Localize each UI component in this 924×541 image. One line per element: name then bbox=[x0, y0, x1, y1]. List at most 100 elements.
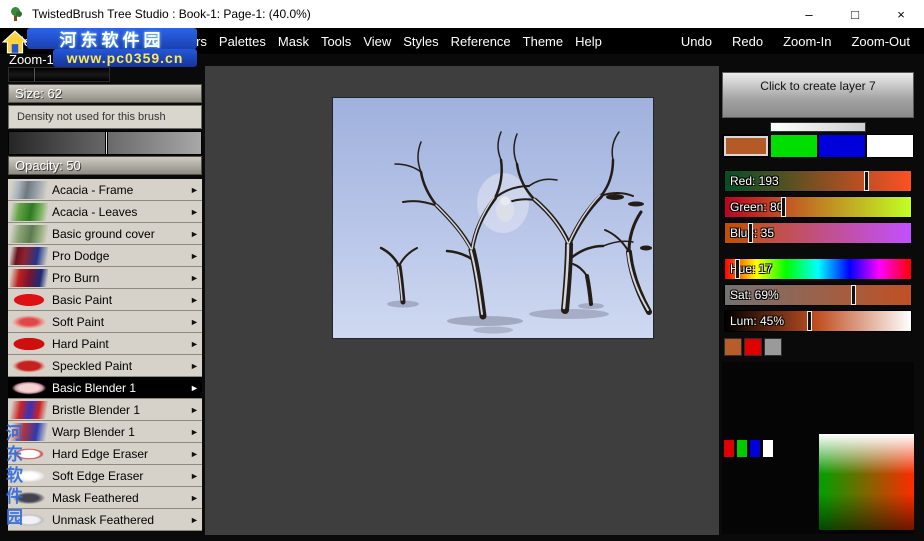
brush-item-basic-ground-cover[interactable]: Basic ground cover ► bbox=[8, 223, 202, 245]
brush-item-mask-feathered[interactable]: Mask Feathered ► bbox=[8, 487, 202, 509]
slider-handle[interactable] bbox=[748, 223, 754, 243]
slider-handle[interactable] bbox=[851, 285, 857, 305]
slider-handle[interactable] bbox=[863, 171, 869, 191]
slider-label: Sat: 69% bbox=[730, 288, 779, 302]
chevron-right-icon[interactable]: ► bbox=[187, 427, 202, 437]
brush-item-bristle-blender-1[interactable]: Bristle Blender 1 ► bbox=[8, 399, 202, 421]
chevron-right-icon[interactable]: ► bbox=[187, 515, 202, 525]
canvas-image[interactable] bbox=[332, 97, 654, 339]
chevron-right-icon[interactable]: ► bbox=[187, 273, 202, 283]
brush-thumbnail bbox=[10, 180, 48, 199]
brush-item-acacia-frame[interactable]: Acacia - Frame ► bbox=[8, 179, 202, 201]
watermark-site-name: 河东软件园 bbox=[59, 31, 165, 50]
window-title: TwistedBrush Tree Studio : Book-1: Page-… bbox=[32, 7, 311, 21]
color-swatch-blue[interactable] bbox=[818, 134, 866, 158]
brush-item-warp-blender-1[interactable]: Warp Blender 1 ► bbox=[8, 421, 202, 443]
chevron-right-icon[interactable]: ► bbox=[187, 185, 202, 195]
brush-thumbnail bbox=[10, 400, 48, 419]
brush-item-unmask-feathered[interactable]: Unmask Feathered ► bbox=[8, 509, 202, 531]
palette-area[interactable] bbox=[722, 362, 914, 534]
color-swatch-current[interactable] bbox=[722, 134, 770, 158]
chevron-right-icon[interactable]: ► bbox=[187, 383, 202, 393]
chevron-right-icon[interactable]: ► bbox=[187, 449, 202, 459]
palette-color-bars bbox=[724, 440, 773, 457]
chevron-right-icon[interactable]: ► bbox=[187, 207, 202, 217]
recent-colors bbox=[724, 338, 782, 356]
slider-label: Green: 80 bbox=[730, 200, 784, 214]
chevron-right-icon[interactable]: ► bbox=[187, 317, 202, 327]
brush-size-preview[interactable] bbox=[8, 67, 110, 82]
recent-color-swatch[interactable] bbox=[764, 338, 782, 356]
menu-view[interactable]: View bbox=[363, 34, 391, 49]
palette-color-green[interactable] bbox=[737, 440, 747, 457]
chevron-right-icon[interactable]: ► bbox=[187, 339, 202, 349]
density-note: Density not used for this brush bbox=[8, 105, 202, 129]
chevron-right-icon[interactable]: ► bbox=[187, 295, 202, 305]
color-picker-gradient[interactable] bbox=[819, 434, 914, 530]
red-slider[interactable]: Red: 193 bbox=[724, 170, 912, 192]
brush-item-hard-edge-eraser[interactable]: Hard Edge Eraser ► bbox=[8, 443, 202, 465]
brush-thumbnail bbox=[10, 356, 48, 375]
blue-slider[interactable]: Blue: 35 bbox=[724, 222, 912, 244]
brush-item-hard-paint[interactable]: Hard Paint ► bbox=[8, 333, 202, 355]
palette-color-red[interactable] bbox=[724, 440, 734, 457]
palette-color-white[interactable] bbox=[763, 440, 773, 457]
color-swatch-green[interactable] bbox=[770, 134, 818, 158]
brush-item-soft-paint[interactable]: Soft Paint ► bbox=[8, 311, 202, 333]
brush-thumbnail bbox=[10, 290, 48, 309]
chevron-right-icon[interactable]: ► bbox=[187, 405, 202, 415]
tree-artwork bbox=[333, 98, 653, 338]
maximize-button[interactable]: □ bbox=[832, 0, 878, 28]
palette-color-blue[interactable] bbox=[750, 440, 760, 457]
brush-item-pro-dodge[interactable]: Pro Dodge ► bbox=[8, 245, 202, 267]
saturation-slider[interactable]: Sat: 69% bbox=[724, 284, 912, 306]
minimize-button[interactable]: – bbox=[786, 0, 832, 28]
brush-item-soft-edge-eraser[interactable]: Soft Edge Eraser ► bbox=[8, 465, 202, 487]
menu-tools[interactable]: Tools bbox=[321, 34, 351, 49]
brush-item-pro-burn[interactable]: Pro Burn ► bbox=[8, 267, 202, 289]
recent-color-swatch[interactable] bbox=[724, 338, 742, 356]
size-marker[interactable] bbox=[33, 68, 36, 81]
close-button[interactable]: × bbox=[878, 0, 924, 28]
opacity-marker[interactable] bbox=[105, 132, 108, 154]
slider-handle[interactable] bbox=[806, 311, 812, 331]
recent-color-swatch[interactable] bbox=[744, 338, 762, 356]
brush-thumbnail bbox=[10, 378, 48, 397]
chevron-right-icon[interactable]: ► bbox=[187, 229, 202, 239]
chevron-right-icon[interactable]: ► bbox=[187, 251, 202, 261]
menu-theme[interactable]: Theme bbox=[523, 34, 563, 49]
menu-help[interactable]: Help bbox=[575, 34, 602, 49]
color-swatch-white[interactable] bbox=[866, 134, 914, 158]
brush-item-speckled-paint[interactable]: Speckled Paint ► bbox=[8, 355, 202, 377]
chevron-right-icon[interactable]: ► bbox=[187, 361, 202, 371]
canvas-area bbox=[205, 66, 719, 535]
create-layer-button[interactable]: Click to create layer 7 bbox=[722, 72, 914, 118]
app-icon bbox=[8, 6, 24, 22]
brush-list: Acacia - Frame ► Acacia - Leaves ► Basic g… bbox=[8, 179, 202, 531]
brush-item-basic-paint[interactable]: Basic Paint ► bbox=[8, 289, 202, 311]
brush-thumbnail bbox=[10, 268, 48, 287]
menu-palettes[interactable]: Palettes bbox=[219, 34, 266, 49]
slider-label: Red: 193 bbox=[730, 174, 779, 188]
chevron-right-icon[interactable]: ► bbox=[187, 471, 202, 481]
slider-handle[interactable] bbox=[735, 259, 741, 279]
slider-handle[interactable] bbox=[781, 197, 787, 217]
opacity-slider[interactable] bbox=[8, 131, 202, 155]
hue-slider[interactable]: Hue: 17 bbox=[724, 258, 912, 280]
menu-styles[interactable]: Styles bbox=[403, 34, 438, 49]
menu-redo[interactable]: Redo bbox=[732, 34, 763, 49]
chevron-right-icon[interactable]: ► bbox=[187, 493, 202, 503]
luminance-slider[interactable]: Lum: 45% bbox=[724, 310, 912, 332]
swatch-row bbox=[722, 134, 914, 158]
brush-item-basic-blender-1[interactable]: Basic Blender 1 ► bbox=[8, 377, 202, 399]
menu-zoom-out[interactable]: Zoom-Out bbox=[851, 34, 910, 49]
menu-mask[interactable]: Mask bbox=[278, 34, 309, 49]
luminance-strip[interactable] bbox=[770, 122, 866, 132]
menu-reference[interactable]: Reference bbox=[451, 34, 511, 49]
menu-zoom-in[interactable]: Zoom-In bbox=[783, 34, 831, 49]
brush-item-acacia-leaves[interactable]: Acacia - Leaves ► bbox=[8, 201, 202, 223]
app-window: TwistedBrush Tree Studio : Book-1: Page-… bbox=[0, 0, 924, 541]
green-slider[interactable]: Green: 80 bbox=[724, 196, 912, 218]
menu-undo[interactable]: Undo bbox=[681, 34, 712, 49]
size-label: Size: 62 bbox=[8, 84, 202, 103]
